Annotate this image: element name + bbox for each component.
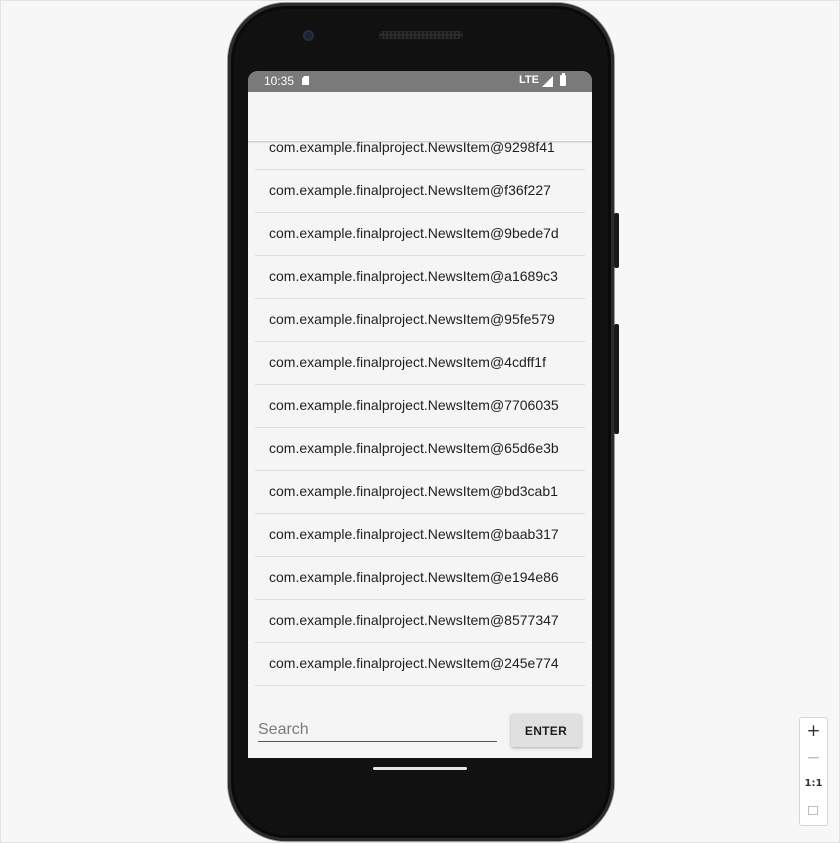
fit-screen-button[interactable] bbox=[800, 798, 827, 824]
volume-button[interactable] bbox=[614, 324, 619, 434]
status-time: 10:35 bbox=[264, 74, 295, 88]
device-screen: 10:35 LTE com.example.finalproject.NewsI… bbox=[248, 71, 592, 758]
list-item[interactable]: com.example.finalproject.NewsItem@f36f22… bbox=[255, 170, 585, 213]
list-item[interactable]: com.example.finalproject.NewsItem@9bede7… bbox=[255, 213, 585, 256]
zoom-controls: + − 1:1 bbox=[799, 717, 828, 826]
status-bar: 10:35 LTE bbox=[248, 71, 592, 92]
list-item-text: com.example.finalproject.NewsItem@baab31… bbox=[269, 526, 559, 542]
list-item-text: com.example.finalproject.NewsItem@245e77… bbox=[269, 655, 559, 671]
list-item[interactable]: com.example.finalproject.NewsItem@245e77… bbox=[255, 643, 585, 686]
list-item[interactable]: com.example.finalproject.NewsItem@65d6e3… bbox=[255, 428, 585, 471]
list-item[interactable]: com.example.finalproject.NewsItem@4cdff1… bbox=[255, 342, 585, 385]
list-item-text: com.example.finalproject.NewsItem@770603… bbox=[269, 397, 559, 413]
list-item-text: com.example.finalproject.NewsItem@857734… bbox=[269, 612, 559, 628]
battery-icon bbox=[560, 73, 566, 86]
list-item-text: com.example.finalproject.NewsItem@e194e8… bbox=[269, 569, 559, 585]
fit-screen-icon bbox=[808, 806, 818, 815]
home-gesture-bar[interactable] bbox=[373, 767, 467, 770]
front-camera bbox=[303, 30, 314, 41]
list-item[interactable]: com.example.finalproject.NewsItem@a1689c… bbox=[255, 256, 585, 299]
sd-card-icon bbox=[302, 76, 309, 85]
list-item[interactable]: com.example.finalproject.NewsItem@e194e8… bbox=[255, 557, 585, 600]
zoom-out-button[interactable]: − bbox=[800, 745, 827, 771]
list-item-text: com.example.finalproject.NewsItem@9bede7… bbox=[269, 225, 559, 241]
list-item[interactable]: com.example.finalproject.NewsItem@9298f4… bbox=[255, 142, 585, 170]
list-item[interactable]: com.example.finalproject.NewsItem@bd3cab… bbox=[255, 471, 585, 514]
list-item-text: com.example.finalproject.NewsItem@bd3cab… bbox=[269, 483, 558, 499]
list-item[interactable]: com.example.finalproject.NewsItem@95fe57… bbox=[255, 299, 585, 342]
enter-button[interactable]: ENTER bbox=[511, 714, 581, 747]
signal-icon bbox=[542, 76, 553, 87]
earpiece-speaker bbox=[379, 31, 463, 39]
zoom-in-button[interactable]: + bbox=[800, 718, 827, 744]
search-bar: ENTER bbox=[248, 701, 592, 758]
news-list[interactable]: com.example.finalproject.NewsItem@9298f4… bbox=[255, 142, 585, 696]
app-bar bbox=[248, 92, 592, 141]
list-item-text: com.example.finalproject.NewsItem@4cdff1… bbox=[269, 354, 546, 370]
list-item-text: com.example.finalproject.NewsItem@95fe57… bbox=[269, 311, 555, 327]
zoom-reset-button[interactable]: 1:1 bbox=[800, 771, 827, 797]
network-type: LTE bbox=[519, 74, 539, 86]
list-item[interactable]: com.example.finalproject.NewsItem@770603… bbox=[255, 385, 585, 428]
list-item-text: com.example.finalproject.NewsItem@65d6e3… bbox=[269, 440, 559, 456]
search-input[interactable] bbox=[258, 718, 497, 742]
list-item[interactable]: com.example.finalproject.NewsItem@baab31… bbox=[255, 514, 585, 557]
list-item-text: com.example.finalproject.NewsItem@9298f4… bbox=[269, 142, 555, 155]
list-item-text: com.example.finalproject.NewsItem@f36f22… bbox=[269, 182, 551, 198]
list-item-text: com.example.finalproject.NewsItem@a1689c… bbox=[269, 268, 558, 284]
power-button[interactable] bbox=[614, 213, 619, 268]
list-item[interactable]: com.example.finalproject.NewsItem@857734… bbox=[255, 600, 585, 643]
